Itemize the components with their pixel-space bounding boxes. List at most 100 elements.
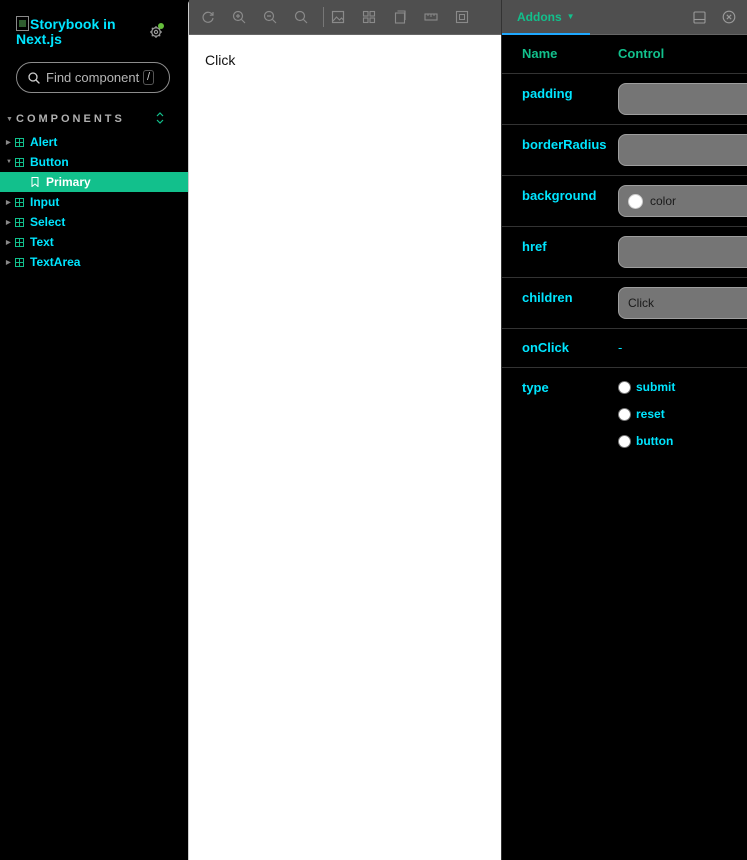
component-icon bbox=[15, 157, 30, 167]
sidebar-item-label: Primary bbox=[46, 175, 91, 189]
sidebar-item-textarea[interactable]: ▶ TextArea bbox=[0, 252, 188, 272]
caret-right-icon: ▶ bbox=[6, 199, 11, 206]
addons-panel: Addons ▼ Name Control padding borderRadi… bbox=[501, 0, 747, 860]
broken-image-icon bbox=[16, 16, 29, 31]
panel-layout-button[interactable] bbox=[691, 9, 707, 25]
search-input[interactable]: Find components / bbox=[16, 62, 170, 93]
reload-icon bbox=[202, 11, 214, 23]
arg-row-padding: padding bbox=[502, 74, 747, 125]
zoom-out-button[interactable] bbox=[263, 7, 294, 27]
href-input[interactable] bbox=[618, 236, 747, 268]
expand-collapse-icon bbox=[156, 112, 164, 124]
outline-icon bbox=[455, 10, 469, 24]
background-icon bbox=[331, 10, 345, 24]
sidebar-item-label: Select bbox=[30, 215, 66, 229]
sidebar-item-button[interactable]: ▼ Button bbox=[0, 152, 188, 172]
zoom-reset-button[interactable] bbox=[294, 7, 325, 27]
radio-label: button bbox=[636, 434, 674, 448]
sidebar-item-primary[interactable]: Primary bbox=[0, 172, 188, 192]
tab-addons[interactable]: Addons ▼ bbox=[502, 0, 590, 35]
close-icon bbox=[722, 10, 736, 24]
grid-button[interactable] bbox=[362, 7, 393, 27]
background-color-picker[interactable]: color bbox=[618, 185, 747, 217]
sidebar-item-label: Text bbox=[30, 235, 54, 249]
radio-label: reset bbox=[636, 407, 665, 421]
component-icon bbox=[15, 197, 30, 207]
bookmark-icon bbox=[31, 177, 46, 187]
column-header-name: Name bbox=[522, 46, 558, 61]
arg-name: background bbox=[522, 188, 597, 203]
arg-row-children: children Click bbox=[502, 278, 747, 329]
sidebar-item-select[interactable]: ▶ Select bbox=[0, 212, 188, 232]
arg-row-onclick: onClick - bbox=[502, 329, 747, 368]
radio-circle[interactable] bbox=[618, 407, 631, 421]
caret-right-icon: ▶ bbox=[6, 219, 11, 226]
caret-down-icon: ▼ bbox=[6, 115, 13, 123]
sidebar-item-label: Alert bbox=[30, 135, 58, 149]
search-icon bbox=[28, 71, 40, 84]
storybook-app: Storybook in Next.js Find components / ▼… bbox=[0, 0, 747, 860]
expand-all-button[interactable] bbox=[156, 111, 164, 129]
sidebar-item-label: Input bbox=[30, 195, 60, 209]
component-icon bbox=[15, 137, 30, 147]
section-title: COMPONENTS bbox=[16, 113, 125, 125]
component-icon bbox=[15, 217, 30, 227]
settings-button[interactable] bbox=[147, 23, 165, 41]
panel-tab-bar: Addons ▼ bbox=[502, 0, 747, 35]
arg-row-href: href bbox=[502, 227, 747, 278]
color-swatch[interactable] bbox=[628, 193, 643, 209]
border-radius-input[interactable] bbox=[618, 134, 747, 166]
layout-icon bbox=[692, 10, 706, 24]
preview-toolbar bbox=[189, 0, 502, 35]
arg-name: type bbox=[522, 380, 549, 395]
components-section-header[interactable]: ▼ COMPONENTS bbox=[6, 112, 182, 125]
measure-icon bbox=[424, 13, 438, 21]
reload-button[interactable] bbox=[201, 7, 232, 27]
sidebar-item-alert[interactable]: ▶ Alert bbox=[0, 132, 188, 152]
panel-close-button[interactable] bbox=[721, 9, 737, 25]
brand-logo-link[interactable]: Storybook in Next.js bbox=[16, 16, 136, 47]
sidebar-item-label: TextArea bbox=[30, 255, 81, 269]
viewport-icon bbox=[394, 10, 406, 24]
onclick-value: - bbox=[618, 340, 623, 355]
type-radio-reset[interactable]: reset bbox=[618, 406, 665, 422]
outline-button[interactable] bbox=[455, 7, 486, 27]
radio-label: submit bbox=[636, 380, 676, 394]
component-tree: ▶ Alert ▼ Button Primary ▶ Input ▶ Selec… bbox=[0, 132, 188, 272]
radio-circle[interactable] bbox=[618, 434, 631, 448]
arg-name: children bbox=[522, 290, 573, 305]
arg-name: padding bbox=[522, 86, 573, 101]
chevron-down-icon: ▼ bbox=[566, 12, 575, 21]
zoom-reset-icon bbox=[294, 10, 308, 24]
tab-label: Addons bbox=[517, 9, 562, 24]
padding-input[interactable] bbox=[618, 83, 747, 115]
zoom-in-icon bbox=[232, 10, 246, 24]
caret-right-icon: ▶ bbox=[6, 139, 11, 146]
arg-name: onClick bbox=[522, 340, 569, 355]
zoom-in-button[interactable] bbox=[232, 7, 263, 27]
search-shortcut-badge: / bbox=[143, 70, 155, 85]
preview-button[interactable]: Click bbox=[205, 52, 235, 68]
type-radio-button[interactable]: button bbox=[618, 433, 673, 449]
sidebar: Storybook in Next.js Find components / ▼… bbox=[0, 0, 188, 860]
viewport-button[interactable] bbox=[393, 7, 424, 27]
zoom-out-icon bbox=[263, 10, 277, 24]
caret-right-icon: ▶ bbox=[6, 259, 11, 266]
preview-area: Click bbox=[188, 0, 502, 860]
arg-name: borderRadius bbox=[522, 137, 607, 152]
arg-row-border-radius: borderRadius bbox=[502, 125, 747, 176]
measure-button[interactable] bbox=[424, 7, 455, 27]
args-table-header: Name Control bbox=[502, 35, 747, 74]
type-radio-submit[interactable]: submit bbox=[618, 379, 675, 395]
component-icon bbox=[15, 257, 30, 267]
sidebar-item-input[interactable]: ▶ Input bbox=[0, 192, 188, 212]
component-icon bbox=[15, 237, 30, 247]
sidebar-item-text[interactable]: ▶ Text bbox=[0, 232, 188, 252]
children-input[interactable]: Click bbox=[618, 287, 747, 319]
sidebar-item-label: Button bbox=[30, 155, 69, 169]
arg-name: href bbox=[522, 239, 547, 254]
radio-circle[interactable] bbox=[618, 380, 631, 394]
background-button[interactable] bbox=[331, 7, 362, 27]
color-placeholder: color bbox=[650, 194, 677, 208]
column-header-control: Control bbox=[618, 46, 665, 61]
